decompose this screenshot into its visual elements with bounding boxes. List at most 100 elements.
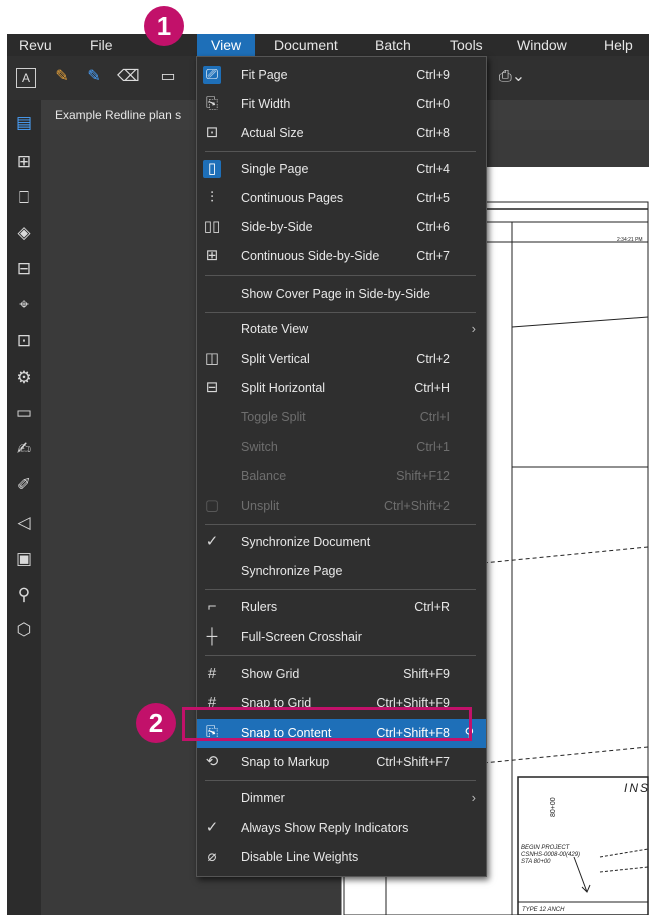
menu-item-continuous-side-by-side[interactable]: ⊞ Continuous Side-by-Side Ctrl+7 [197,242,486,271]
layers-icon[interactable]: ◈ [13,222,35,244]
sets-icon[interactable]: ▣ [13,548,35,570]
rulers-shortcut: Ctrl+R [414,600,450,614]
begin-project-line3: STA 80+00 [521,859,551,865]
menu-window[interactable]: Window [517,37,567,53]
menu-item-balance: Balance Shift+F12 [197,462,486,491]
menu-item-synchronize-document[interactable]: ✓ Synchronize Document [197,528,486,557]
menu-item-toggle-split: Toggle Split Ctrl+I [197,403,486,432]
single-page-shortcut: Ctrl+4 [416,162,450,176]
text-box-icon[interactable]: A [16,68,36,88]
checkmark-icon: ✓ [205,533,219,550]
menu-item-rulers[interactable]: ⌐ Rulers Ctrl+R [197,593,486,622]
unsplit-shortcut: Ctrl+Shift+2 [383,499,450,513]
reply-indicators-label: Always Show Reply Indicators [241,821,409,835]
menu-item-show-cover-page[interactable]: Show Cover Page in Side-by-Side [197,280,486,309]
menu-batch[interactable]: Batch [375,37,411,53]
menu-item-single-page[interactable]: ▯ Single Page Ctrl+4 [197,155,486,184]
single-page-label: Single Page [241,162,309,176]
highlighter-icon[interactable]: ✎ [51,66,73,88]
toggle-split-label: Toggle Split [241,410,306,424]
menu-tools[interactable]: Tools [450,37,483,53]
measure-ruler-icon[interactable]: ▭ [13,402,35,424]
fit-width-label: Fit Width [241,97,291,111]
highlight-box [182,707,472,741]
menu-item-dimmer[interactable]: Dimmer › [197,784,486,813]
switch-label: Switch [241,440,278,454]
menu-item-split-horizontal[interactable]: ⊟ Split Horizontal Ctrl+H [197,374,486,403]
crosshair-label: Full-Screen Crosshair [241,630,362,644]
markups-icon[interactable]: ⬡ [13,619,35,641]
toolchest-icon[interactable]: ⊟ [13,258,35,280]
menu-item-side-by-side[interactable]: ▯▯ Side-by-Side Ctrl+6 [197,213,486,242]
forms-edit-icon[interactable]: ✍ [13,438,35,460]
type-label: TYPE 12 ANCH [522,907,565,913]
actual-size-icon: ⊡ [205,124,219,141]
menu-revu[interactable]: Revu [19,37,52,53]
spaces-icon[interactable]: ⊡ [13,330,35,352]
station-label: 80+00 [550,797,557,817]
step-badge-2: 2 [136,703,176,743]
menu-item-synchronize-page[interactable]: Synchronize Page [197,557,486,586]
submenu-arrow-icon: › [471,790,476,805]
rulers-icon: ⌐ [207,598,217,615]
fit-page-icon: ⎚ [203,66,221,84]
rulers-label: Rulers [241,600,278,614]
split-horizontal-shortcut: Ctrl+H [414,381,450,395]
menu-file[interactable]: File [90,37,113,53]
line-weight-icon: ⌀ [207,848,217,865]
stamp-dropdown-icon[interactable]: ⎙⌄ [495,66,529,88]
continuous-side-by-side-shortcut: Ctrl+7 [416,249,450,263]
shape-icon[interactable]: ▭ [157,66,179,88]
menu-item-continuous-pages[interactable]: ⫶ Continuous Pages Ctrl+5 [197,184,486,213]
pen-icon[interactable]: ✎ [83,66,105,88]
snap-markup-icon: ⟲ [205,753,219,770]
left-panel-rail: ▤ ⊞ ⎕ ◈ ⊟ ⌖ ⊡ ⚙ ▭ ✍ ✐ ◁ ▣ ⚲ ⬡ [7,100,41,915]
search-icon[interactable]: ⚲ [13,584,35,606]
grid-icon[interactable]: ⊞ [13,151,35,173]
split-horizontal-icon: ⊟ [205,379,219,396]
split-vertical-shortcut: Ctrl+2 [416,352,450,366]
menu-item-rotate-view[interactable]: Rotate View › [197,315,486,344]
actual-size-shortcut: Ctrl+8 [416,126,450,140]
show-cover-page-label: Show Cover Page in Side-by-Side [241,287,430,301]
menu-item-switch: Switch Ctrl+1 [197,433,486,462]
thumbnails-icon[interactable]: ▤ [13,112,35,134]
menu-separator [205,780,476,781]
timestamp-label: 2:34:21 PM [617,237,643,243]
document-tab[interactable]: Example Redline plan s [55,108,181,122]
menu-item-disable-line-weights[interactable]: ⌀ Disable Line Weights [197,843,486,872]
signature-icon[interactable]: ✐ [13,474,35,496]
bookmarks-icon[interactable]: ⎕ [13,187,35,209]
fit-page-label: Fit Page [241,68,288,82]
step-badge-1: 1 [144,6,184,46]
menu-item-fit-width[interactable]: ⎘ Fit Width Ctrl+0 [197,90,486,119]
settings-gear-icon[interactable]: ⚙ [13,367,35,389]
menu-document[interactable]: Document [274,37,338,53]
checkmark-icon: ✓ [205,819,219,836]
menu-item-always-show-reply-indicators[interactable]: ✓ Always Show Reply Indicators [197,814,486,843]
menu-item-full-screen-crosshair[interactable]: ┼ Full-Screen Crosshair [197,623,486,652]
view-menu-dropdown: ⎚ Fit Page Ctrl+9 ⎘ Fit Width Ctrl+0 ⊡ A… [196,56,487,877]
menu-item-split-vertical[interactable]: ◫ Split Vertical Ctrl+2 [197,345,486,374]
places-icon[interactable]: ⌖ [13,294,35,316]
snap-to-markup-shortcut: Ctrl+Shift+F7 [376,755,450,769]
side-by-side-icon: ▯▯ [203,218,221,235]
menu-item-snap-to-markup[interactable]: ⟲ Snap to Markup Ctrl+Shift+F7 [197,748,486,777]
menu-item-show-grid[interactable]: # Show Grid Shift+F9 [197,660,486,689]
unsplit-icon: ▢ [204,497,220,514]
grid-icon: # [207,665,217,682]
split-vertical-icon: ◫ [204,350,220,367]
balance-shortcut: Shift+F12 [396,469,450,483]
menu-item-fit-page[interactable]: ⎚ Fit Page Ctrl+9 [197,61,486,90]
menu-help[interactable]: Help [604,37,633,53]
continuous-pages-icon: ⫶ [210,189,214,206]
eraser-icon[interactable]: ⌫ [117,66,140,88]
continuous-side-by-side-icon: ⊞ [205,247,219,264]
fit-width-shortcut: Ctrl+0 [416,97,450,111]
tag-icon[interactable]: ◁ [13,512,35,534]
actual-size-label: Actual Size [241,126,304,140]
menu-separator [205,275,476,276]
fit-width-icon: ⎘ [205,95,218,112]
menu-item-actual-size[interactable]: ⊡ Actual Size Ctrl+8 [197,119,486,148]
menu-view[interactable]: View [197,34,256,56]
